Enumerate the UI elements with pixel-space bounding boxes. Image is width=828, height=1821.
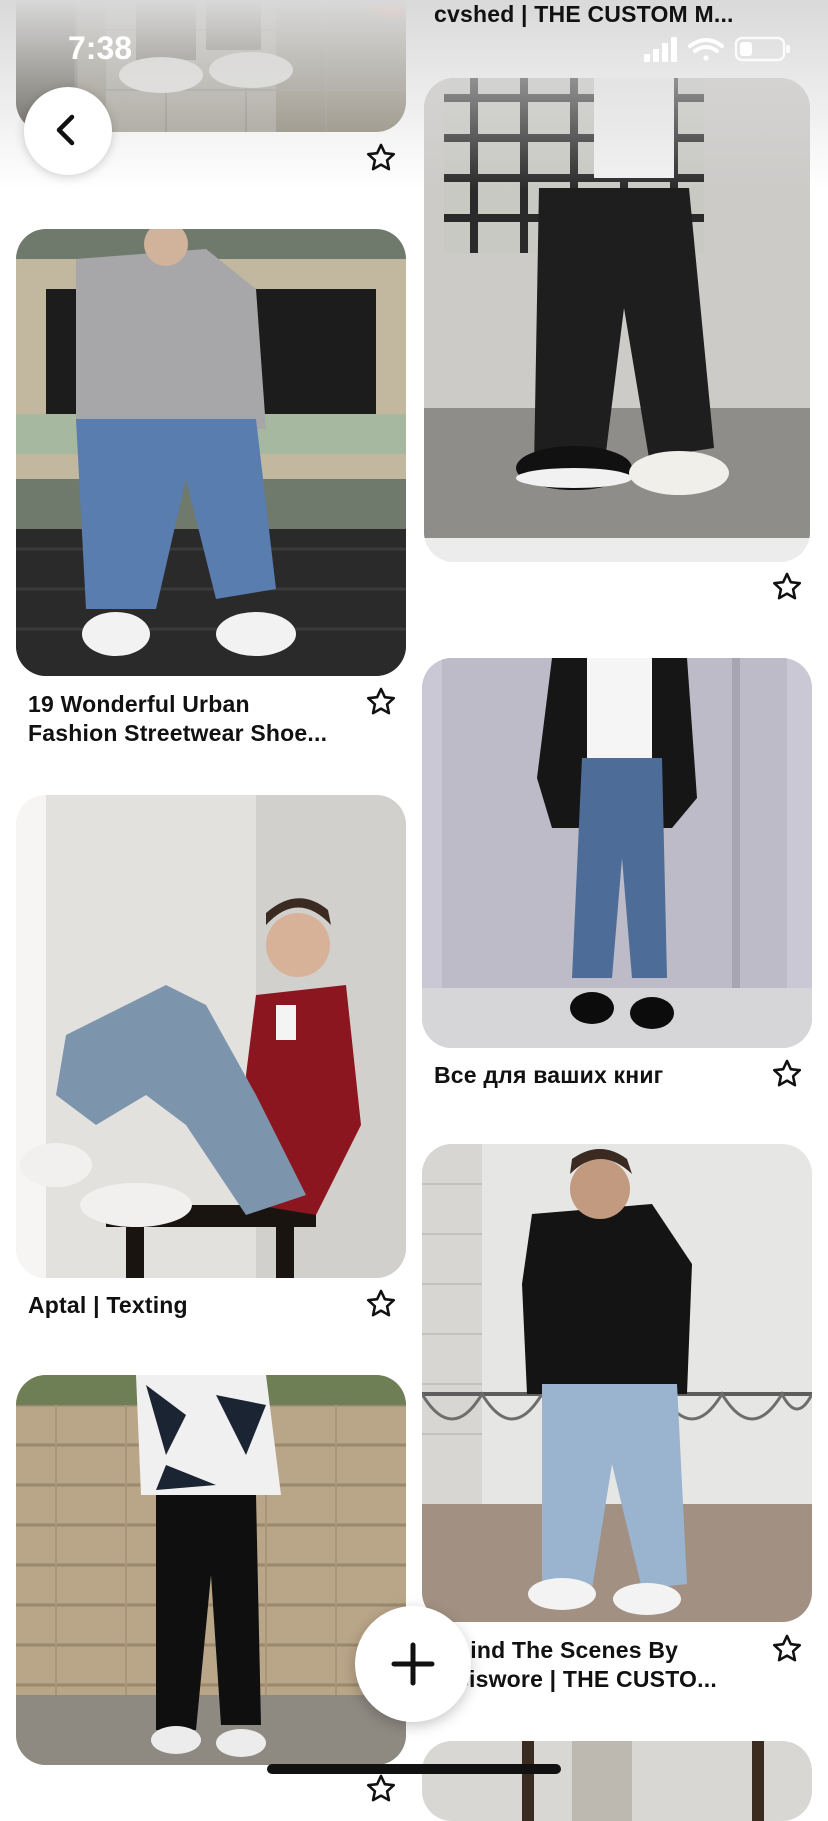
save-star-icon[interactable] xyxy=(364,685,398,719)
pin-caption[interactable]: Aptal | Texting xyxy=(28,1291,188,1320)
pin-image-red-shirt[interactable] xyxy=(16,795,406,1278)
wifi-icon xyxy=(688,38,724,61)
chevron-left-icon xyxy=(56,114,75,146)
cellular-signal-icon xyxy=(644,37,677,62)
add-button[interactable] xyxy=(355,1606,471,1722)
save-star-icon[interactable] xyxy=(770,1632,804,1666)
status-time: 7:38 xyxy=(68,30,133,66)
save-star-icon[interactable] xyxy=(364,1772,398,1806)
pin-caption[interactable]: Все для ваших книг xyxy=(434,1061,663,1090)
pin-image-grey-sweatshirt[interactable] xyxy=(16,229,406,676)
save-star-icon[interactable] xyxy=(770,570,804,604)
status-icons xyxy=(644,36,794,62)
pin-image-black-hoodie[interactable] xyxy=(422,1144,812,1622)
pin-image-patterned-shirt[interactable] xyxy=(16,1375,406,1765)
save-star-icon[interactable] xyxy=(770,1057,804,1091)
pin-image-partial[interactable] xyxy=(422,1741,812,1821)
back-button[interactable] xyxy=(24,87,112,175)
pin-caption[interactable]: siswore | THE CUSTO... xyxy=(456,1665,717,1694)
home-indicator xyxy=(267,1764,561,1774)
save-star-icon[interactable] xyxy=(364,1287,398,1321)
pin-image-plaid-outfit[interactable] xyxy=(424,78,810,562)
plus-icon xyxy=(391,1642,435,1686)
pin-caption[interactable]: 19 Wonderful Urban xyxy=(28,690,250,719)
pin-image-black-blazer[interactable] xyxy=(422,658,812,1048)
header-partial-title[interactable]: cvshed | THE CUSTOM M... xyxy=(434,0,734,29)
battery-icon xyxy=(734,36,790,62)
save-star-icon[interactable] xyxy=(364,141,398,175)
pin-caption[interactable]: hind The Scenes By xyxy=(456,1636,678,1665)
pin-caption[interactable]: Fashion Streetwear Shoe... xyxy=(28,719,327,748)
